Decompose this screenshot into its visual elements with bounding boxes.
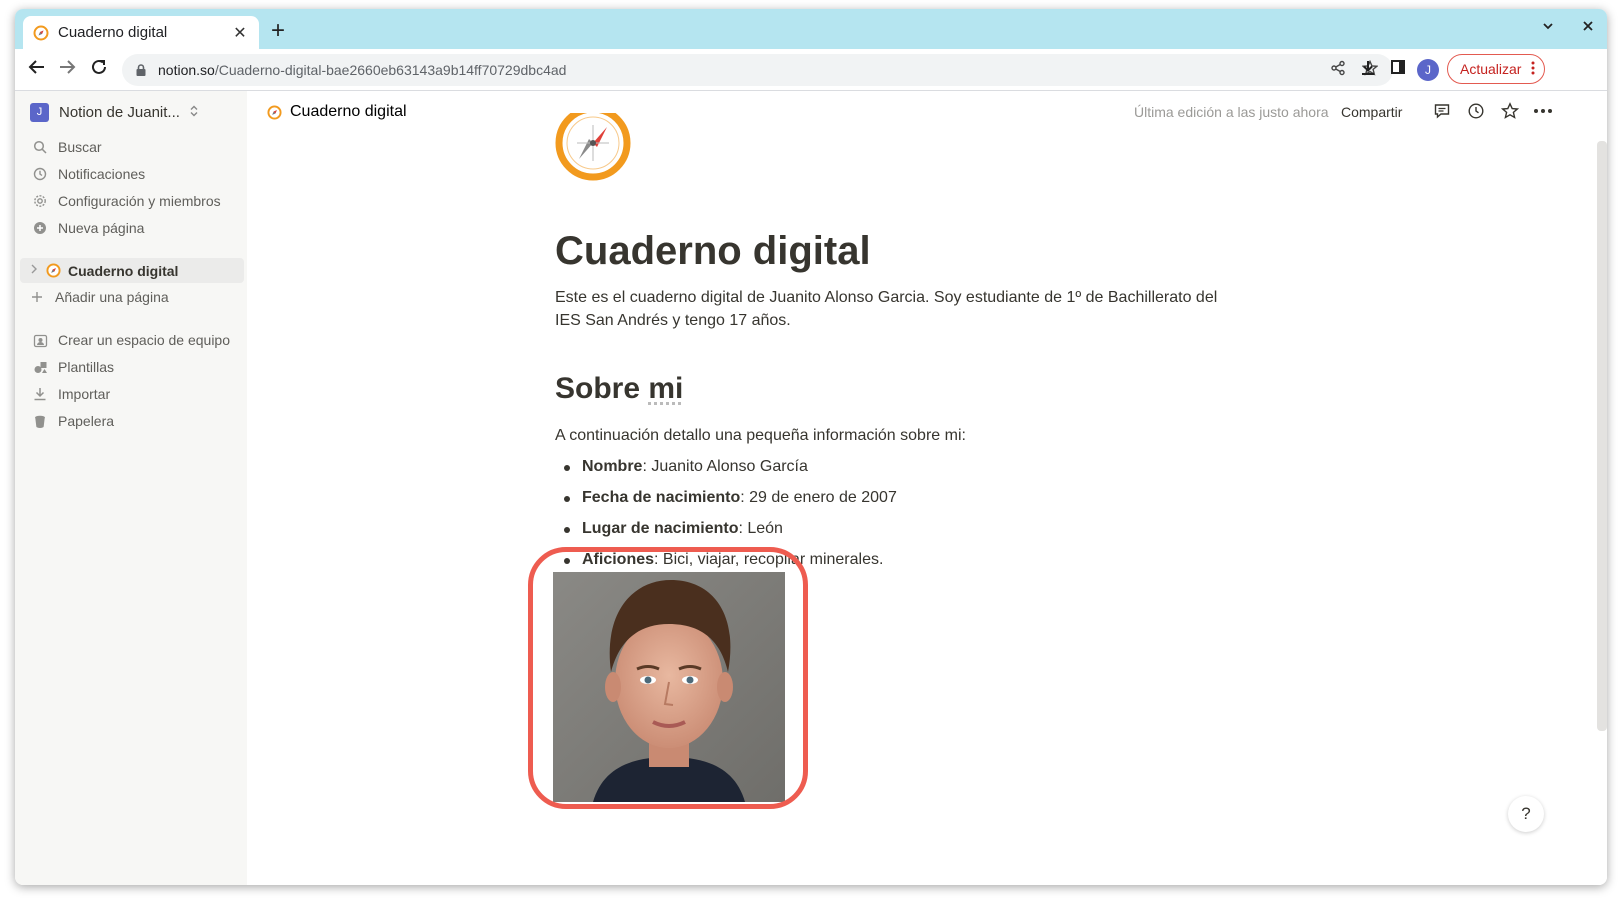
menu-dots-icon [1531, 61, 1535, 78]
browser-tab[interactable]: Cuaderno digital ✕ [23, 16, 259, 49]
sidebar-item-label: Nueva página [58, 220, 145, 236]
tab-search-chevron-icon[interactable] [1541, 19, 1555, 38]
close-tab-icon[interactable]: ✕ [231, 23, 249, 43]
list-item-value: : León [738, 520, 783, 537]
side-panel-icon[interactable] [1387, 59, 1409, 81]
section-heading[interactable]: Sobre mi [555, 372, 683, 406]
tab-title: Cuaderno digital [58, 24, 168, 41]
comment-icon[interactable] [1431, 102, 1453, 124]
page-title[interactable]: Cuaderno digital [555, 229, 871, 274]
address-bar[interactable]: notion.so/Cuaderno-digital-bae2660eb6314… [122, 54, 1393, 86]
sidebar-item-label: Papelera [58, 413, 115, 429]
notion-page-area: Cuaderno digital Última edición a las ju… [247, 91, 1607, 885]
history-clock-icon[interactable] [1465, 102, 1487, 124]
list-item-value: : 29 de enero de 2007 [740, 489, 897, 506]
list-item[interactable]: Lugar de nacimiento: León [555, 513, 897, 544]
sidebar-item-settings[interactable]: Configuración y miembros [32, 190, 221, 212]
breadcrumb[interactable]: Cuaderno digital [267, 103, 407, 121]
scrollbar[interactable] [1597, 141, 1607, 731]
team-icon [32, 332, 48, 348]
url-text: notion.so/Cuaderno-digital-bae2660eb6314… [158, 62, 1317, 78]
download-icon[interactable] [1357, 59, 1379, 81]
update-label: Actualizar [1460, 61, 1522, 77]
compass-icon [33, 25, 49, 40]
compass-icon [267, 104, 282, 120]
sidebar-page-label: Cuaderno digital [68, 262, 179, 279]
sidebar-item-label: Buscar [58, 139, 102, 155]
sidebar-item-label: Crear un espacio de equipo [58, 332, 231, 348]
workspace-avatar: J [30, 103, 49, 122]
window-close-icon[interactable] [1581, 17, 1595, 38]
sidebar-item-label: Notificaciones [58, 166, 146, 182]
list-item-value: : Juanito Alonso García [642, 458, 808, 475]
intro-paragraph[interactable]: Este es el cuaderno digital de Juanito A… [555, 286, 1245, 332]
chevron-right-icon[interactable] [30, 264, 38, 277]
share-icon[interactable] [1327, 60, 1349, 81]
tab-strip: Cuaderno digital ✕ + [15, 9, 1607, 49]
templates-icon [32, 359, 48, 375]
more-dots-icon[interactable] [1532, 102, 1554, 124]
section-intro[interactable]: A continuación detallo una pequeña infor… [555, 427, 966, 445]
favorite-star-icon[interactable] [1499, 102, 1521, 124]
compass-page-icon[interactable] [555, 113, 631, 189]
sidebar-item-new-page[interactable]: Nueva página [32, 217, 144, 239]
profile-avatar[interactable]: J [1417, 59, 1439, 81]
highlight-frame [528, 547, 808, 809]
sidebar-item-label: Plantillas [58, 359, 115, 375]
browser-window: Cuaderno digital ✕ + notion.so/Cuaderno-… [15, 9, 1607, 885]
sidebar-item-import[interactable]: Importar [32, 383, 110, 405]
browser-toolbar: notion.so/Cuaderno-digital-bae2660eb6314… [15, 49, 1607, 91]
search-icon [32, 139, 48, 155]
gear-icon [32, 193, 48, 209]
share-button[interactable]: Compartir [1341, 104, 1402, 120]
section-heading-text: Sobre [555, 372, 649, 405]
last-edited-text: Última edición a las justo ahora [1134, 104, 1329, 120]
compass-icon [46, 263, 61, 278]
sidebar-item-templates[interactable]: Plantillas [32, 356, 114, 378]
notion-sidebar: J Notion de Juanit... Buscar Notificacio… [15, 91, 247, 885]
new-tab-button[interactable]: + [271, 18, 285, 44]
import-icon [32, 386, 48, 402]
sidebar-item-create-teamspace[interactable]: Crear un espacio de equipo [32, 329, 230, 351]
sidebar-add-page[interactable]: Añadir una página [29, 286, 169, 308]
workspace-name: Notion de Juanit... [59, 104, 180, 121]
lock-icon [136, 64, 146, 76]
help-button[interactable]: ? [1508, 796, 1544, 832]
reload-icon[interactable] [87, 58, 111, 82]
workspace-switcher[interactable]: J Notion de Juanit... [30, 103, 199, 122]
sidebar-item-notifications[interactable]: Notificaciones [32, 163, 145, 185]
update-button[interactable]: Actualizar [1447, 54, 1545, 84]
section-heading-word: mi [648, 372, 684, 405]
sidebar-item-label: Importar [58, 386, 111, 402]
forward-arrow-icon[interactable] [55, 58, 79, 82]
add-page-label: Añadir una página [55, 289, 169, 305]
clock-icon [32, 166, 48, 182]
sidebar-item-search[interactable]: Buscar [32, 136, 102, 158]
list-item-key: Fecha de nacimiento [582, 489, 741, 506]
plus-icon [29, 289, 45, 305]
url-path: /Cuaderno-digital-bae2660eb63143a9b14ff7… [214, 62, 567, 78]
breadcrumb-label: Cuaderno digital [290, 103, 407, 120]
sidebar-item-label: Configuración y miembros [58, 193, 221, 209]
list-item[interactable]: Nombre: Juanito Alonso García [555, 451, 897, 482]
chevron-updown-icon [189, 105, 199, 120]
back-arrow-icon[interactable] [25, 58, 49, 82]
plus-circle-icon [32, 220, 48, 236]
list-item-key: Nombre [582, 458, 643, 475]
list-item[interactable]: Fecha de nacimiento: 29 de enero de 2007 [555, 482, 897, 513]
trash-icon [32, 413, 48, 429]
list-item-key: Lugar de nacimiento [582, 520, 739, 537]
sidebar-page-cuaderno-digital[interactable]: Cuaderno digital [20, 258, 244, 283]
url-host: notion.so [158, 62, 215, 78]
sidebar-item-trash[interactable]: Papelera [32, 410, 114, 432]
